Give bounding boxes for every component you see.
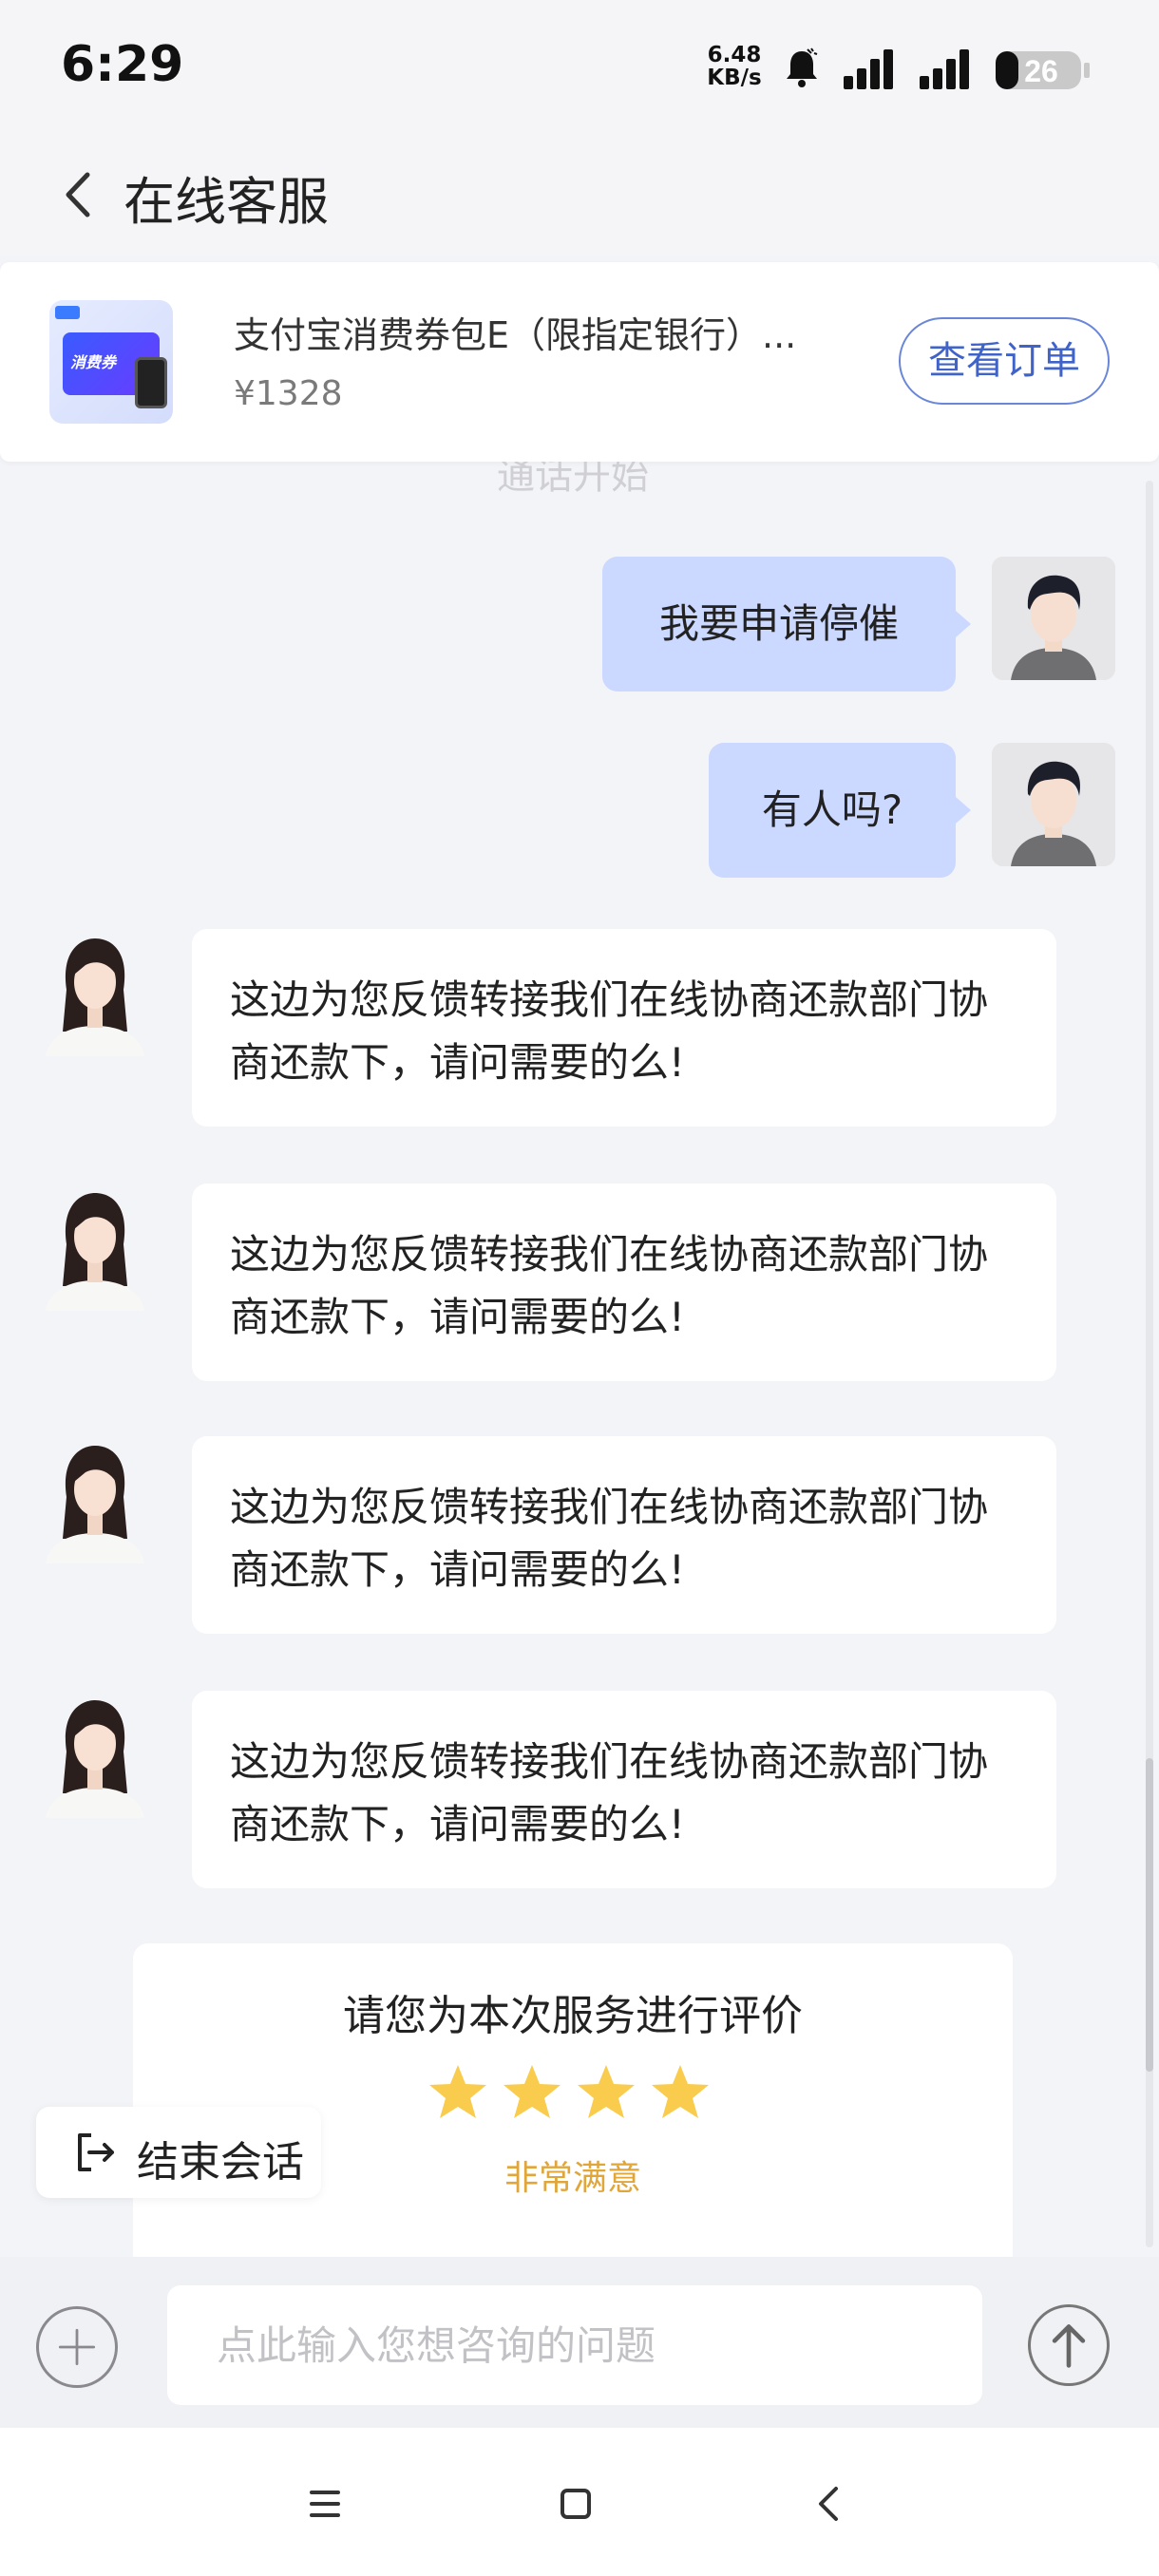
status-time: 6:29 bbox=[61, 36, 184, 93]
agent-message-bubble: 这边为您反馈转接我们在线协商还款部门协商还款下，请问需要的么! bbox=[192, 929, 1056, 1127]
bell-icon bbox=[787, 47, 818, 87]
user-avatar-image bbox=[992, 557, 1115, 680]
agent-avatar-image bbox=[38, 1440, 152, 1563]
back-icon[interactable] bbox=[802, 2475, 859, 2532]
end-session-label: 结束会话 bbox=[137, 2138, 304, 2187]
chat-area[interactable]: 通话开始 我要申请停催 有人吗? 这边为您反馈转接我们在线协商还款部门协商还款下… bbox=[0, 462, 1159, 2257]
agent-avatar bbox=[38, 1187, 152, 1311]
alipay-logo-icon bbox=[55, 306, 80, 319]
end-session-button[interactable]: 结束会话 bbox=[36, 2107, 321, 2198]
agent-avatar bbox=[38, 1695, 152, 1818]
scrollbar[interactable] bbox=[1146, 481, 1153, 2247]
product-thumbnail[interactable]: 消费券 bbox=[49, 300, 173, 424]
send-arrow-up-icon[interactable] bbox=[1028, 2304, 1110, 2386]
agent-avatar-image bbox=[38, 1695, 152, 1818]
product-price: ¥1328 bbox=[234, 374, 343, 413]
network-speed: 6.48 KB/s bbox=[701, 44, 768, 89]
star-icon[interactable] bbox=[576, 2061, 636, 2122]
agent-avatar-image bbox=[38, 933, 152, 1056]
view-order-button[interactable]: 查看订单 bbox=[899, 317, 1110, 405]
agent-message-bubble: 这边为您反馈转接我们在线协商还款部门协商还款下，请问需要的么! bbox=[192, 1691, 1056, 1888]
star-icon[interactable] bbox=[428, 2061, 488, 2122]
scrollbar-thumb[interactable] bbox=[1146, 1758, 1153, 2072]
thumbnail-text: 消费券 bbox=[70, 353, 117, 371]
agent-message-bubble: 这边为您反馈转接我们在线协商还款部门协商还款下，请问需要的么! bbox=[192, 1184, 1056, 1381]
product-name: 支付宝消费券包E（限指定银行）... bbox=[234, 314, 797, 356]
star-icon[interactable] bbox=[502, 2061, 562, 2122]
user-message-bubble: 有人吗? bbox=[709, 743, 971, 878]
battery-level: 26 bbox=[1024, 54, 1058, 88]
agent-avatar bbox=[38, 933, 152, 1056]
call-start-notice: 通话开始 bbox=[497, 462, 649, 498]
user-message-bubble: 我要申请停催 bbox=[602, 557, 971, 691]
app-header: 在线客服 bbox=[0, 133, 1159, 256]
home-icon[interactable] bbox=[547, 2475, 604, 2532]
input-bar bbox=[0, 2257, 1159, 2428]
rating-card: 请您为本次服务进行评价 非常满意 bbox=[133, 1943, 1013, 2257]
battery-icon: 26 bbox=[996, 51, 1090, 89]
agent-avatar-image bbox=[38, 1187, 152, 1311]
exit-icon bbox=[78, 2133, 114, 2171]
user-avatar bbox=[992, 743, 1115, 866]
page-title: 在线客服 bbox=[124, 172, 329, 232]
system-nav-bar bbox=[0, 2428, 1159, 2576]
status-bar: 6:29 6.48 KB/s 26 bbox=[0, 0, 1159, 133]
menu-icon[interactable] bbox=[296, 2475, 353, 2532]
network-speed-value: 6.48 bbox=[707, 43, 762, 67]
plus-icon[interactable] bbox=[36, 2306, 118, 2388]
user-avatar-image bbox=[992, 743, 1115, 866]
star-icon[interactable] bbox=[650, 2061, 711, 2122]
order-card: 消费券 支付宝消费券包E（限指定银行）... ¥1328 查看订单 bbox=[0, 262, 1159, 462]
agent-avatar bbox=[38, 1440, 152, 1563]
signal-icon bbox=[920, 49, 969, 89]
phone-image-icon bbox=[135, 357, 167, 408]
message-input[interactable] bbox=[167, 2285, 982, 2405]
user-avatar bbox=[992, 557, 1115, 680]
signal-icon bbox=[844, 49, 893, 89]
chevron-left-icon[interactable] bbox=[51, 161, 108, 228]
rating-title: 请您为本次服务进行评价 bbox=[343, 1992, 803, 2040]
network-speed-unit: KB/s bbox=[707, 66, 762, 90]
agent-message-bubble: 这边为您反馈转接我们在线协商还款部门协商还款下，请问需要的么! bbox=[192, 1436, 1056, 1634]
